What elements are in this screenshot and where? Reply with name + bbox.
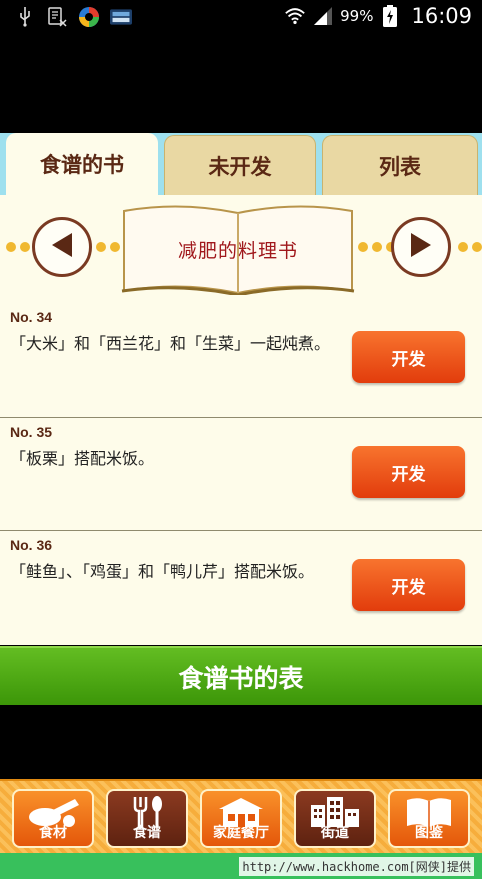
tab-undeveloped[interactable]: 未开发 [164, 135, 316, 195]
recipe-number: No. 35 [10, 424, 53, 440]
nav-street[interactable]: 街道 [294, 789, 376, 848]
battery-percent: 99% [340, 7, 374, 25]
banner-label: 食谱书的表 [178, 663, 304, 693]
fork-spoon-icon [133, 796, 162, 829]
usb-icon [14, 6, 36, 28]
nav-recipes[interactable]: 食谱 [106, 789, 188, 848]
dots-left [6, 242, 30, 254]
restaurant-icon [219, 798, 263, 827]
book-title: 减肥的料理书 [177, 239, 298, 262]
recipe-number: No. 34 [10, 309, 53, 325]
develop-button[interactable]: 开发 [352, 446, 465, 498]
recipe-item: No. 34 「大米」和「西兰花」和「生菜」一起炖煮。 开发 [0, 303, 482, 415]
watermark-text: http://www.hackhome.com[网侠]提供 [239, 857, 474, 876]
dots-right [458, 242, 482, 254]
tab-recipe-books[interactable]: 食谱的书 [6, 133, 158, 195]
tab-label: 食谱的书 [40, 153, 124, 177]
tab-label: 未开发 [208, 154, 272, 179]
triangle-right-icon [409, 232, 433, 262]
tab-bar: 食谱的书 未开发 列表 [0, 133, 482, 195]
nav-family-restaurant[interactable]: 家庭餐厅 [200, 789, 282, 848]
clock: 16:09 [411, 4, 472, 28]
next-book-button[interactable] [391, 217, 451, 277]
develop-button[interactable]: 开发 [352, 331, 465, 383]
bottom-nav: 食材 食谱 家庭餐厅 街道 图鉴 [0, 779, 482, 853]
tab-label: 列表 [379, 154, 421, 179]
ingredients-icon [29, 799, 79, 827]
recipe-book-list-banner[interactable]: 食谱书的表 [0, 646, 482, 705]
recipe-description: 「大米」和「西兰花」和「生菜」一起炖煮。 [10, 334, 331, 353]
recipe-description: 「鲑鱼」、「鸡蛋」和「鸭儿芹」搭配米饭。 [10, 562, 315, 581]
tab-list[interactable]: 列表 [322, 135, 478, 195]
recipe-book[interactable]: 减肥的料理书 [120, 203, 356, 297]
sim-missing-icon [46, 6, 68, 28]
wifi-icon [284, 5, 306, 27]
recipe-panel: 减肥的料理书 No. 34 「大米」和「西兰花」和「生菜」一起炖煮。 开发 No… [0, 195, 482, 645]
book-selector: 减肥的料理书 [0, 195, 482, 303]
app-icon [78, 6, 100, 28]
recipe-number: No. 36 [10, 537, 53, 553]
game-icon [110, 6, 132, 28]
signal-icon [312, 5, 334, 27]
footer-bar: http://www.hackhome.com[网侠]提供 [0, 853, 482, 879]
battery-charging-icon [379, 5, 401, 27]
develop-button[interactable]: 开发 [352, 559, 465, 611]
recipe-item: No. 36 「鲑鱼」、「鸡蛋」和「鸭儿芹」搭配米饭。 开发 [0, 530, 482, 642]
book-icon [407, 798, 451, 827]
status-bar: 99% 16:09 [0, 0, 482, 35]
nav-encyclopedia[interactable]: 图鉴 [388, 789, 470, 848]
previous-book-button[interactable] [32, 217, 92, 277]
dots-mid-left [96, 242, 120, 254]
recipe-item: No. 35 「板栗」搭配米饭。 开发 [0, 417, 482, 529]
triangle-left-icon [50, 232, 74, 262]
nav-ingredients[interactable]: 食材 [12, 789, 94, 848]
buildings-icon [311, 797, 359, 827]
recipe-description: 「板栗」搭配米饭。 [10, 449, 155, 468]
